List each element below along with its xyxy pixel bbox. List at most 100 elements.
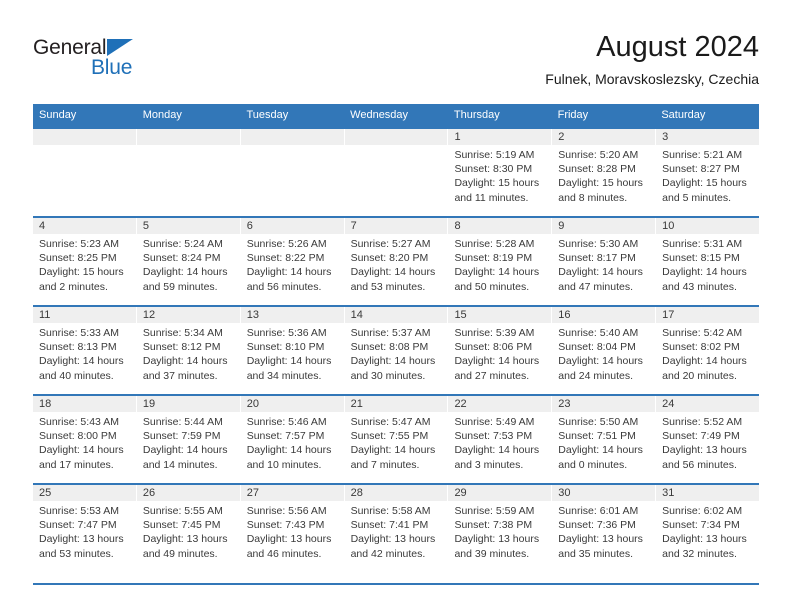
sunset-text: Sunset: 8:24 PM xyxy=(142,252,221,265)
sunrise-text: Sunrise: 5:55 AM xyxy=(142,505,223,517)
day-details: Sunrise: 5:33 AM Sunset: 8:13 PM Dayligh… xyxy=(33,323,136,383)
daylight-text-line1: Daylight: 15 hours xyxy=(662,177,747,190)
weekday-header-wednesday: Wednesday xyxy=(350,109,409,121)
day-cell[interactable]: 22 Sunrise: 5:49 AM Sunset: 7:53 PM Dayl… xyxy=(448,396,553,483)
daylight-text-line2: and 7 minutes. xyxy=(350,458,420,471)
day-details: Sunrise: 5:39 AM Sunset: 8:06 PM Dayligh… xyxy=(448,323,551,383)
sunrise-text: Sunrise: 5:27 AM xyxy=(350,238,431,250)
day-cell[interactable]: 12 Sunrise: 5:34 AM Sunset: 8:12 PM Dayl… xyxy=(136,307,241,394)
sunset-text: Sunset: 7:53 PM xyxy=(454,430,533,443)
sunset-text: Sunset: 7:38 PM xyxy=(454,519,533,532)
daylight-text-line2: and 50 minutes. xyxy=(454,280,530,293)
sunset-text: Sunset: 8:06 PM xyxy=(454,341,533,354)
day-details: Sunrise: 5:53 AM Sunset: 7:47 PM Dayligh… xyxy=(33,501,136,561)
day-cell[interactable]: 2 Sunrise: 5:20 AM Sunset: 8:28 PM Dayli… xyxy=(552,129,657,216)
day-number: 28 xyxy=(344,485,448,501)
daylight-text-line1: Daylight: 14 hours xyxy=(142,355,228,368)
weekday-header-thursday: Thursday xyxy=(453,109,500,121)
page-title: August 2024 xyxy=(596,31,759,63)
daylight-text-line1: Daylight: 15 hours xyxy=(454,177,540,190)
daylight-text-line1: Daylight: 14 hours xyxy=(558,266,643,279)
day-cell[interactable]: 8 Sunrise: 5:28 AM Sunset: 8:19 PM Dayli… xyxy=(448,218,553,305)
day-number xyxy=(240,129,344,145)
day-cell[interactable]: 14 Sunrise: 5:37 AM Sunset: 8:08 PM Dayl… xyxy=(344,307,449,394)
day-details: Sunrise: 5:24 AM Sunset: 8:24 PM Dayligh… xyxy=(137,234,240,294)
day-cell[interactable]: 29 Sunrise: 5:59 AM Sunset: 7:38 PM Dayl… xyxy=(448,485,553,572)
day-cell[interactable]: 21 Sunrise: 5:47 AM Sunset: 7:55 PM Dayl… xyxy=(344,396,449,483)
sunrise-text: Sunrise: 5:50 AM xyxy=(558,416,639,428)
day-cell[interactable]: 31 Sunrise: 6:02 AM Sunset: 7:34 PM Dayl… xyxy=(656,485,760,572)
sunset-text: Sunset: 8:19 PM xyxy=(454,252,533,265)
sunrise-text: Sunrise: 5:26 AM xyxy=(246,238,327,250)
day-cell[interactable]: 20 Sunrise: 5:46 AM Sunset: 7:57 PM Dayl… xyxy=(240,396,345,483)
daylight-text-line2: and 46 minutes. xyxy=(246,547,322,560)
day-details: Sunrise: 5:21 AM Sunset: 8:27 PM Dayligh… xyxy=(656,145,759,205)
day-details: Sunrise: 5:43 AM Sunset: 8:00 PM Dayligh… xyxy=(33,412,136,472)
sunrise-text: Sunrise: 5:23 AM xyxy=(39,238,119,250)
daylight-text-line1: Daylight: 14 hours xyxy=(246,266,332,279)
sunrise-text: Sunrise: 5:46 AM xyxy=(246,416,327,428)
generalblue-logo[interactable]: General Blue xyxy=(33,36,153,82)
day-cell[interactable]: 17 Sunrise: 5:42 AM Sunset: 8:02 PM Dayl… xyxy=(656,307,760,394)
day-cell[interactable]: 6 Sunrise: 5:26 AM Sunset: 8:22 PM Dayli… xyxy=(240,218,345,305)
day-cell[interactable]: 3 Sunrise: 5:21 AM Sunset: 8:27 PM Dayli… xyxy=(656,129,760,216)
sunset-text: Sunset: 8:08 PM xyxy=(350,341,429,354)
day-details: Sunrise: 5:52 AM Sunset: 7:49 PM Dayligh… xyxy=(656,412,759,472)
day-details: Sunrise: 5:20 AM Sunset: 8:28 PM Dayligh… xyxy=(552,145,655,205)
page-subtitle: Fulnek, Moravskoslezsky, Czechia xyxy=(545,71,759,87)
day-cell xyxy=(344,129,449,216)
day-cell[interactable]: 25 Sunrise: 5:53 AM Sunset: 7:47 PM Dayl… xyxy=(33,485,137,572)
day-cell[interactable]: 13 Sunrise: 5:36 AM Sunset: 8:10 PM Dayl… xyxy=(240,307,345,394)
daylight-text-line1: Daylight: 13 hours xyxy=(558,533,643,546)
daylight-text-line2: and 56 minutes. xyxy=(662,458,737,471)
sunrise-text: Sunrise: 5:28 AM xyxy=(454,238,535,250)
daylight-text-line2: and 37 minutes. xyxy=(142,369,218,382)
day-details: Sunrise: 5:59 AM Sunset: 7:38 PM Dayligh… xyxy=(448,501,551,561)
day-cell[interactable]: 11 Sunrise: 5:33 AM Sunset: 8:13 PM Dayl… xyxy=(33,307,137,394)
daylight-text-line2: and 3 minutes. xyxy=(454,458,524,471)
day-cell[interactable]: 30 Sunrise: 6:01 AM Sunset: 7:36 PM Dayl… xyxy=(552,485,657,572)
daylight-text-line1: Daylight: 14 hours xyxy=(142,444,228,457)
day-details: Sunrise: 5:28 AM Sunset: 8:19 PM Dayligh… xyxy=(448,234,551,294)
day-number: 20 xyxy=(240,396,344,412)
day-number xyxy=(33,129,136,145)
day-cell xyxy=(136,129,241,216)
day-cell[interactable]: 9 Sunrise: 5:30 AM Sunset: 8:17 PM Dayli… xyxy=(552,218,657,305)
daylight-text-line1: Daylight: 13 hours xyxy=(662,444,747,457)
day-cell[interactable]: 18 Sunrise: 5:43 AM Sunset: 8:00 PM Dayl… xyxy=(33,396,137,483)
logo-text-blue: Blue xyxy=(91,56,133,79)
calendar-grid: Sunday Monday Tuesday Wednesday Thursday… xyxy=(33,104,760,572)
day-cell[interactable]: 5 Sunrise: 5:24 AM Sunset: 8:24 PM Dayli… xyxy=(136,218,241,305)
day-cell[interactable]: 15 Sunrise: 5:39 AM Sunset: 8:06 PM Dayl… xyxy=(448,307,553,394)
sunset-text: Sunset: 8:15 PM xyxy=(662,252,740,265)
page-header: General Blue August 2024 Fulnek, Moravsk… xyxy=(0,0,792,96)
day-cell[interactable]: 7 Sunrise: 5:27 AM Sunset: 8:20 PM Dayli… xyxy=(344,218,449,305)
sunrise-text: Sunrise: 5:44 AM xyxy=(142,416,223,428)
sunset-text: Sunset: 8:02 PM xyxy=(662,341,740,354)
day-cell[interactable]: 1 Sunrise: 5:19 AM Sunset: 8:30 PM Dayli… xyxy=(448,129,553,216)
day-cell[interactable]: 27 Sunrise: 5:56 AM Sunset: 7:43 PM Dayl… xyxy=(240,485,345,572)
daylight-text-line2: and 5 minutes. xyxy=(662,191,732,204)
day-cell[interactable]: 19 Sunrise: 5:44 AM Sunset: 7:59 PM Dayl… xyxy=(136,396,241,483)
day-cell[interactable]: 4 Sunrise: 5:23 AM Sunset: 8:25 PM Dayli… xyxy=(33,218,137,305)
sunrise-text: Sunrise: 5:47 AM xyxy=(350,416,431,428)
daylight-text-line2: and 8 minutes. xyxy=(558,191,628,204)
day-cell[interactable]: 10 Sunrise: 5:31 AM Sunset: 8:15 PM Dayl… xyxy=(656,218,760,305)
day-number: 26 xyxy=(136,485,240,501)
day-number: 25 xyxy=(33,485,136,501)
daylight-text-line2: and 53 minutes. xyxy=(350,280,426,293)
day-number: 2 xyxy=(552,129,656,145)
day-cell[interactable]: 26 Sunrise: 5:55 AM Sunset: 7:45 PM Dayl… xyxy=(136,485,241,572)
day-details xyxy=(345,145,448,148)
sunrise-text: Sunrise: 5:56 AM xyxy=(246,505,327,517)
day-number: 9 xyxy=(552,218,656,234)
day-cell[interactable]: 28 Sunrise: 5:58 AM Sunset: 7:41 PM Dayl… xyxy=(344,485,449,572)
calendar-week-row: 1 Sunrise: 5:19 AM Sunset: 8:30 PM Dayli… xyxy=(33,127,760,216)
day-cell[interactable]: 23 Sunrise: 5:50 AM Sunset: 7:51 PM Dayl… xyxy=(552,396,657,483)
daylight-text-line2: and 56 minutes. xyxy=(246,280,322,293)
calendar-week-row: 4 Sunrise: 5:23 AM Sunset: 8:25 PM Dayli… xyxy=(33,216,760,305)
sunrise-text: Sunrise: 6:02 AM xyxy=(662,505,743,517)
day-number: 6 xyxy=(240,218,344,234)
day-cell[interactable]: 24 Sunrise: 5:52 AM Sunset: 7:49 PM Dayl… xyxy=(656,396,760,483)
day-cell[interactable]: 16 Sunrise: 5:40 AM Sunset: 8:04 PM Dayl… xyxy=(552,307,657,394)
